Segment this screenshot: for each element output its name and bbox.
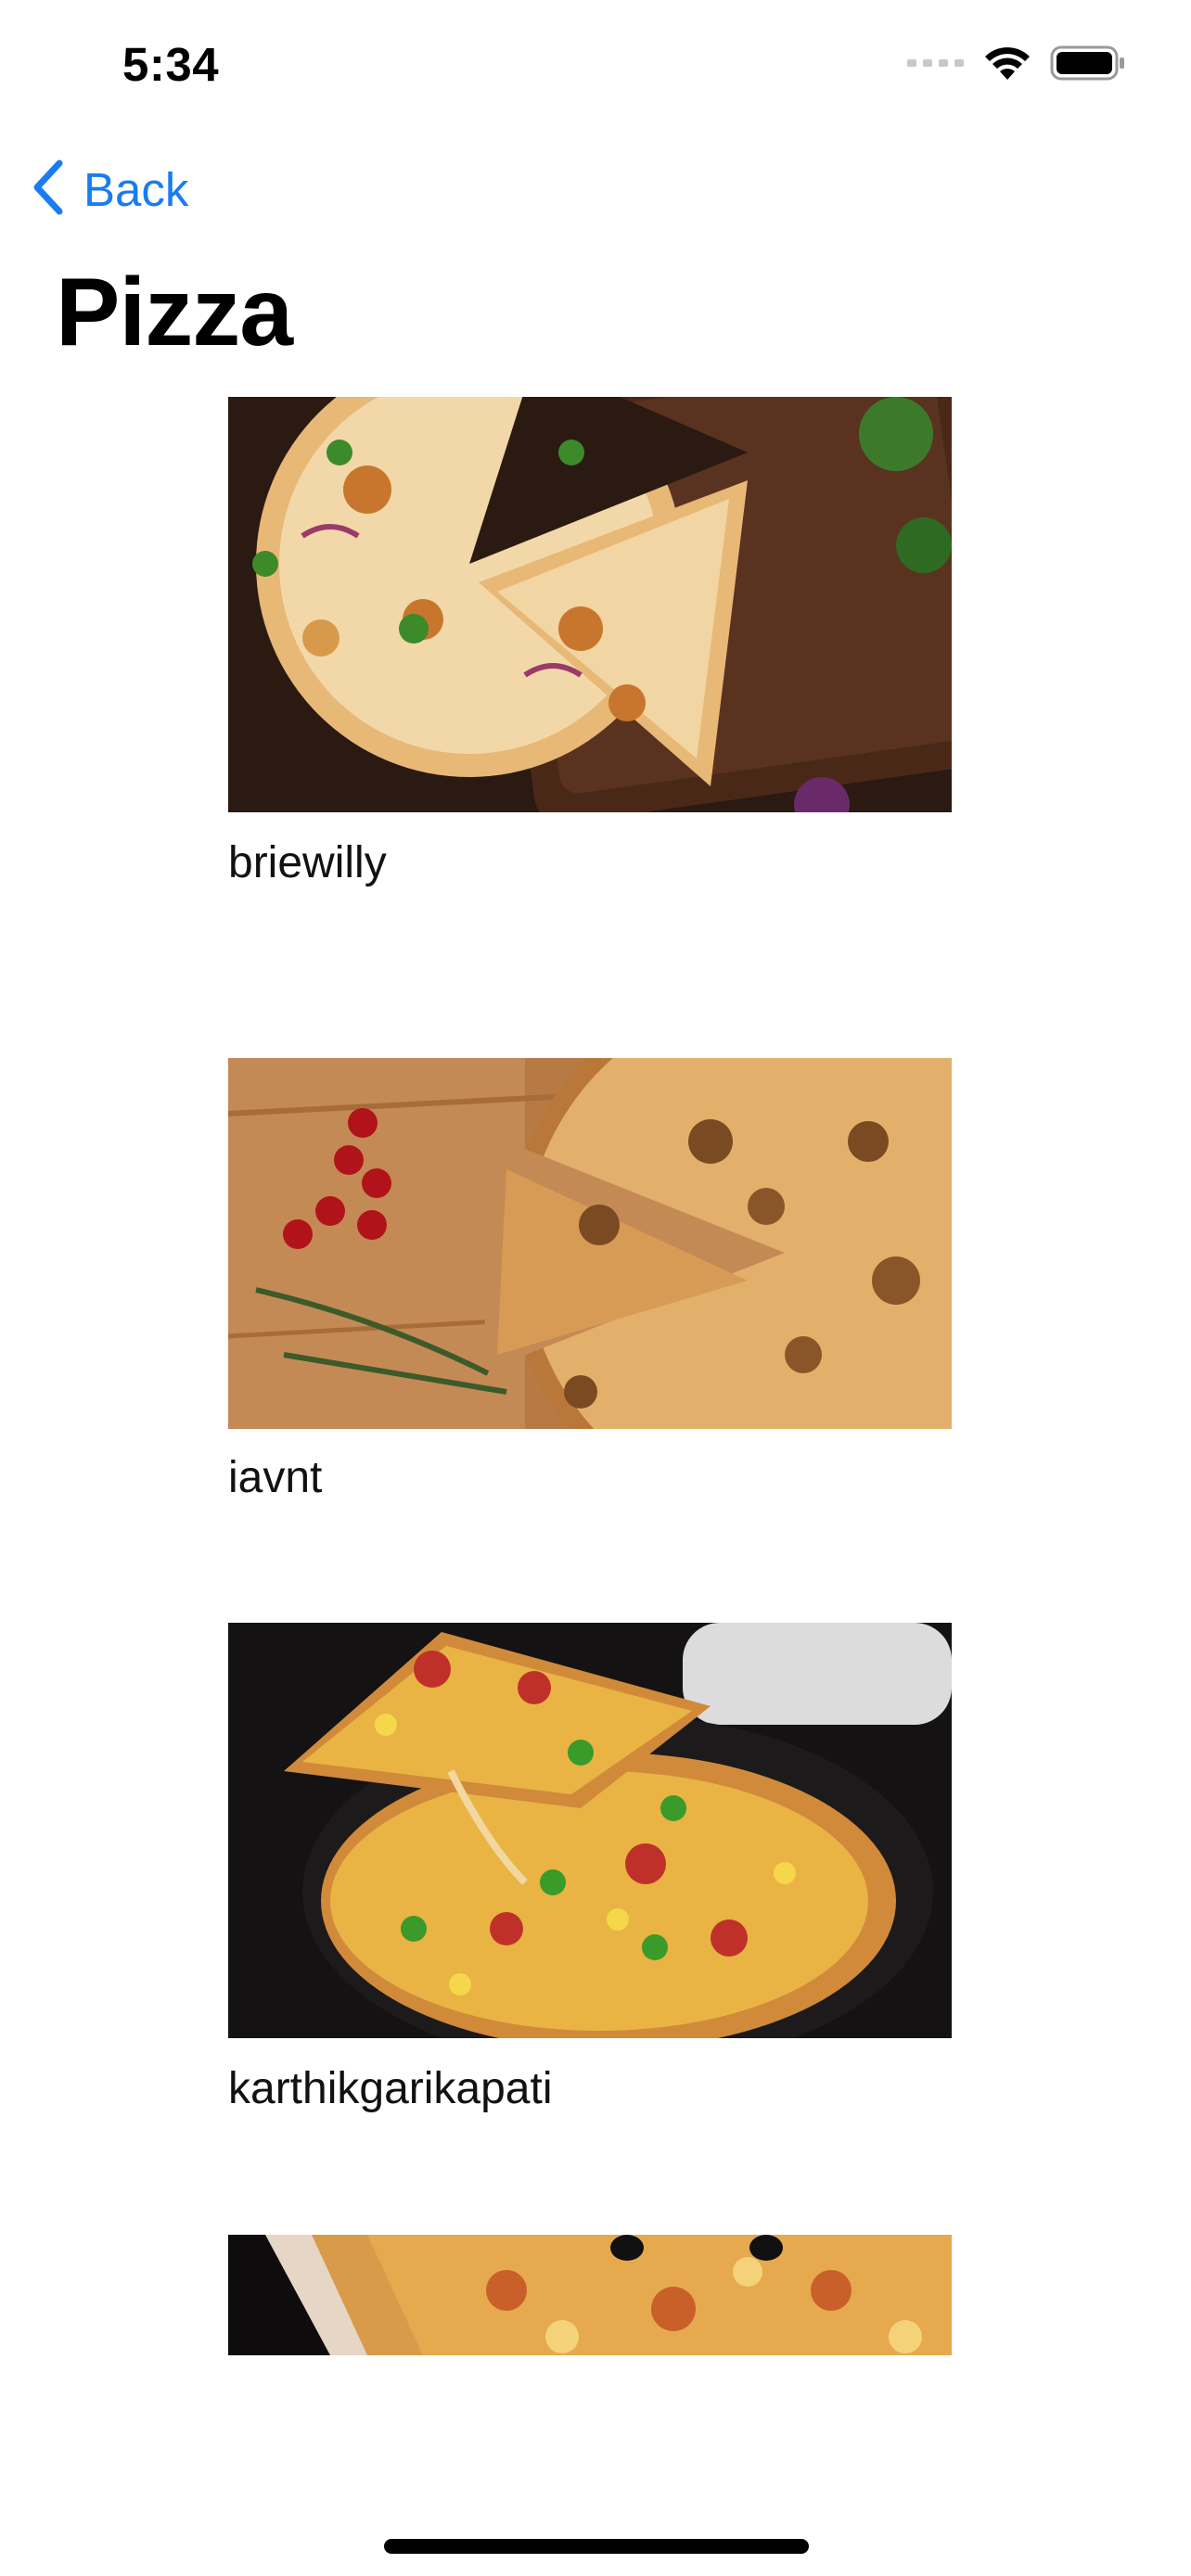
status-icons xyxy=(907,45,1126,86)
author-label: briewilly xyxy=(228,838,387,887)
home-indicator xyxy=(384,2539,809,2554)
cellular-signal-icon xyxy=(907,57,965,74)
list-item[interactable]: iavnt xyxy=(228,1058,952,1522)
list-item[interactable] xyxy=(228,2235,952,2355)
pizza-photo[interactable] xyxy=(228,397,952,812)
list-item[interactable]: briewilly xyxy=(228,397,952,898)
author-label: karthikgarikapati xyxy=(228,2064,553,2113)
navigation-bar: Back xyxy=(0,148,1191,241)
list-item[interactable]: karthikgarikapati xyxy=(228,1623,952,2123)
page-title: Pizza xyxy=(56,259,293,366)
back-label: Back xyxy=(83,163,189,216)
status-bar: 5:34 xyxy=(0,0,1191,139)
pizza-photo[interactable] xyxy=(228,1623,952,2038)
back-button[interactable]: Back xyxy=(32,159,188,220)
wifi-icon xyxy=(983,45,1031,86)
battery-icon xyxy=(1050,45,1126,86)
pizza-photo[interactable] xyxy=(228,1058,952,1429)
status-time: 5:34 xyxy=(122,38,220,91)
author-label: iavnt xyxy=(228,1453,323,1502)
chevron-left-icon xyxy=(32,159,65,220)
pizza-photo[interactable] xyxy=(228,2235,952,2355)
